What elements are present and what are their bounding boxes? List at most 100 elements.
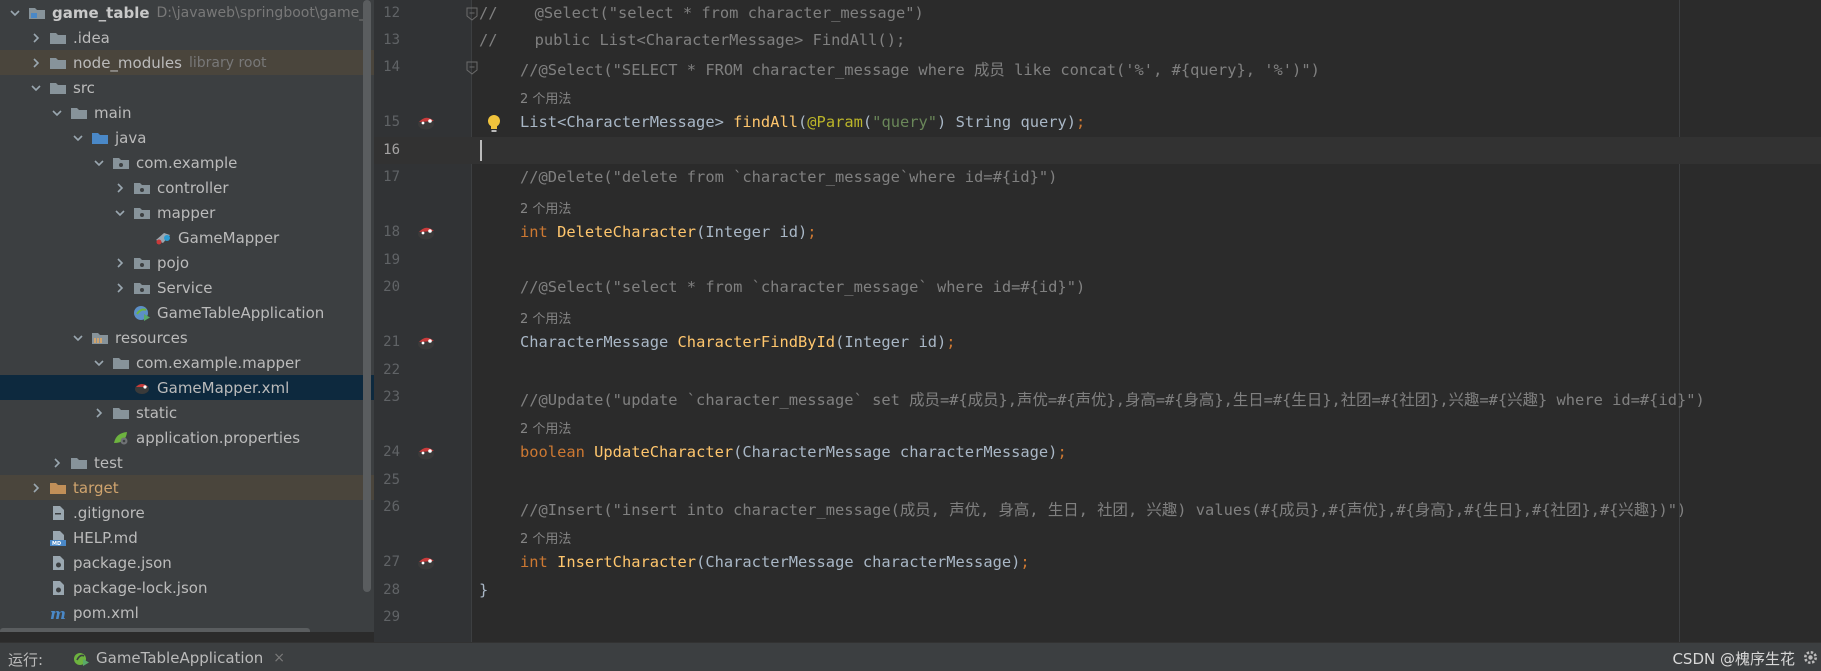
code-line[interactable]: 22 (374, 357, 1821, 384)
mybatis-navigate-icon[interactable] (416, 113, 438, 131)
code-editor[interactable]: 12 // @Select("select * from character_me… (374, 0, 1821, 642)
tree-item-label: static (136, 403, 178, 422)
mybatis-navigate-icon[interactable] (416, 553, 438, 571)
code-line[interactable]: 27 int InsertCharacter(CharacterMessage c… (374, 549, 1821, 576)
gitignore-file-icon (49, 505, 67, 521)
tree-item-gitignore[interactable]: .gitignore (0, 500, 374, 525)
chevron-down-icon[interactable] (50, 106, 64, 120)
tree-item-service[interactable]: Service (0, 275, 374, 300)
lightbulb-icon[interactable] (486, 113, 502, 133)
tree-item-java[interactable]: java (0, 125, 374, 150)
tree-item-package-json[interactable]: package.json (0, 550, 374, 575)
tree-item-test[interactable]: test (0, 450, 374, 475)
tree-item-src[interactable]: src (0, 75, 374, 100)
tree-item-gamemapper-xml[interactable]: GameMapper.xml (0, 375, 374, 400)
chevron-right-icon[interactable] (29, 481, 43, 495)
chevron-down-icon[interactable] (92, 156, 106, 170)
code-line[interactable]: 12 // @Select("select * from character_me… (374, 0, 1821, 27)
mybatis-navigate-icon[interactable] (416, 223, 438, 241)
usage-hint-line[interactable]: 2 个用法 (374, 302, 1821, 329)
usage-count-hint[interactable]: 2 个用法 (520, 418, 571, 437)
tree-item-controller[interactable]: controller (0, 175, 374, 200)
usage-count-hint[interactable]: 2 个用法 (520, 198, 571, 217)
code-line[interactable]: 19 (374, 247, 1821, 274)
chevron-down-icon[interactable] (71, 331, 85, 345)
usage-hint-line[interactable]: 2 个用法 (374, 412, 1821, 439)
code-line[interactable]: 21 CharacterMessage CharacterFindById(Int… (374, 329, 1821, 356)
code-line[interactable]: 23 //@Update("update `character_message` … (374, 384, 1821, 411)
tree-item-idea[interactable]: .idea (0, 25, 374, 50)
fold-icon[interactable] (466, 6, 478, 21)
tree-item-label: package.json (73, 553, 172, 572)
code-line[interactable]: 29 (374, 604, 1821, 631)
code-line[interactable]: 15 List<CharacterMessage> findAll(@Param(… (374, 109, 1821, 136)
tree-item-gametableapplication[interactable]: GameTableApplication (0, 300, 374, 325)
code-line[interactable]: 13 // public List<CharacterMessage> FindA… (374, 27, 1821, 54)
usage-count-hint[interactable]: 2 个用法 (520, 308, 571, 327)
code-line[interactable]: 28} (374, 577, 1821, 604)
tree-item-label: target (73, 478, 119, 497)
code-line[interactable]: 25 (374, 467, 1821, 494)
tree-vertical-scrollbar[interactable] (363, 0, 371, 592)
close-icon[interactable]: × (273, 650, 285, 666)
code-text: // public List<CharacterMessage> FindAll… (479, 31, 905, 49)
code-token: ; (807, 223, 817, 241)
usage-hint-line[interactable]: 2 个用法 (374, 82, 1821, 109)
chevron-right-icon[interactable] (29, 31, 43, 45)
tree-item-help-md[interactable]: MD HELP.md (0, 525, 374, 550)
chevron-right-icon[interactable] (113, 281, 127, 295)
line-number: 19 (383, 252, 400, 268)
chevron-right-icon[interactable] (29, 56, 43, 70)
code-line[interactable]: 24 boolean UpdateCharacter(CharacterMessa… (374, 439, 1821, 466)
tree-item-mapper[interactable]: mapper (0, 200, 374, 225)
code-line[interactable]: 20 //@Select("select * from `character_me… (374, 274, 1821, 301)
code-line[interactable]: 17 //@Delete("delete from `character_mess… (374, 164, 1821, 191)
tree-item-label: pom.xml (73, 603, 139, 622)
run-tab-gametableapplication[interactable]: GameTableApplication × (64, 643, 293, 671)
tree-item-label: application.properties (136, 428, 301, 447)
fold-icon[interactable] (466, 60, 478, 75)
tree-item-application-properties[interactable]: application.properties (0, 425, 374, 450)
code-text: // @Select("select * from character_mess… (479, 4, 924, 22)
usage-hint-line[interactable]: 2 个用法 (374, 522, 1821, 549)
line-number: 12 (383, 5, 400, 21)
chevron-down-icon[interactable] (8, 6, 22, 20)
code-line[interactable]: 26 //@Insert("insert into character_messa… (374, 494, 1821, 521)
usage-hint-line[interactable]: 2 个用法 (374, 192, 1821, 219)
tree-item-game-table[interactable]: game_table D:\javaweb\springboot\game_ (0, 0, 374, 25)
tree-horizontal-scrollbar[interactable] (0, 628, 310, 632)
code-line[interactable]: 16 (374, 137, 1821, 164)
chevron-down-icon[interactable] (92, 356, 106, 370)
usage-count-hint[interactable]: 2 个用法 (520, 528, 571, 547)
gear-icon[interactable] (1802, 649, 1819, 666)
tree-item-pojo[interactable]: pojo (0, 250, 374, 275)
tree-item-static[interactable]: static (0, 400, 374, 425)
tree-item-target[interactable]: target (0, 475, 374, 500)
tree-item-node-modules[interactable]: node_modules library root (0, 50, 374, 75)
line-number: 23 (383, 389, 400, 405)
tree-item-com-example[interactable]: com.example (0, 150, 374, 175)
tree-item-label: main (94, 103, 132, 122)
code-line[interactable]: 14 //@Select("SELECT * FROM character_mes… (374, 54, 1821, 81)
code-token: (Integer id) (835, 333, 947, 351)
chevron-right-icon[interactable] (113, 256, 127, 270)
tree-item-com-example-mapper[interactable]: com.example.mapper (0, 350, 374, 375)
chevron-down-icon[interactable] (71, 131, 85, 145)
chevron-down-icon[interactable] (113, 206, 127, 220)
chevron-right-icon[interactable] (113, 181, 127, 195)
tree-item-resources[interactable]: resources (0, 325, 374, 350)
tree-item-package-lock-json[interactable]: package-lock.json (0, 575, 374, 600)
mybatis-navigate-icon[interactable] (416, 333, 438, 351)
mybatis-navigate-icon[interactable] (416, 443, 438, 461)
folder-icon (49, 80, 67, 96)
chevron-right-icon[interactable] (50, 456, 64, 470)
code-line[interactable]: 18 int DeleteCharacter(Integer id); (374, 219, 1821, 246)
tree-item-gamemapper[interactable]: GameMapper (0, 225, 374, 250)
chevron-down-icon[interactable] (29, 81, 43, 95)
tree-item-pom-xml[interactable]: m pom.xml (0, 600, 374, 625)
tree-item-main[interactable]: main (0, 100, 374, 125)
code-token: int (520, 223, 558, 241)
chevron-right-icon[interactable] (92, 406, 106, 420)
code-token: boolean (520, 443, 595, 461)
usage-count-hint[interactable]: 2 个用法 (520, 88, 571, 107)
